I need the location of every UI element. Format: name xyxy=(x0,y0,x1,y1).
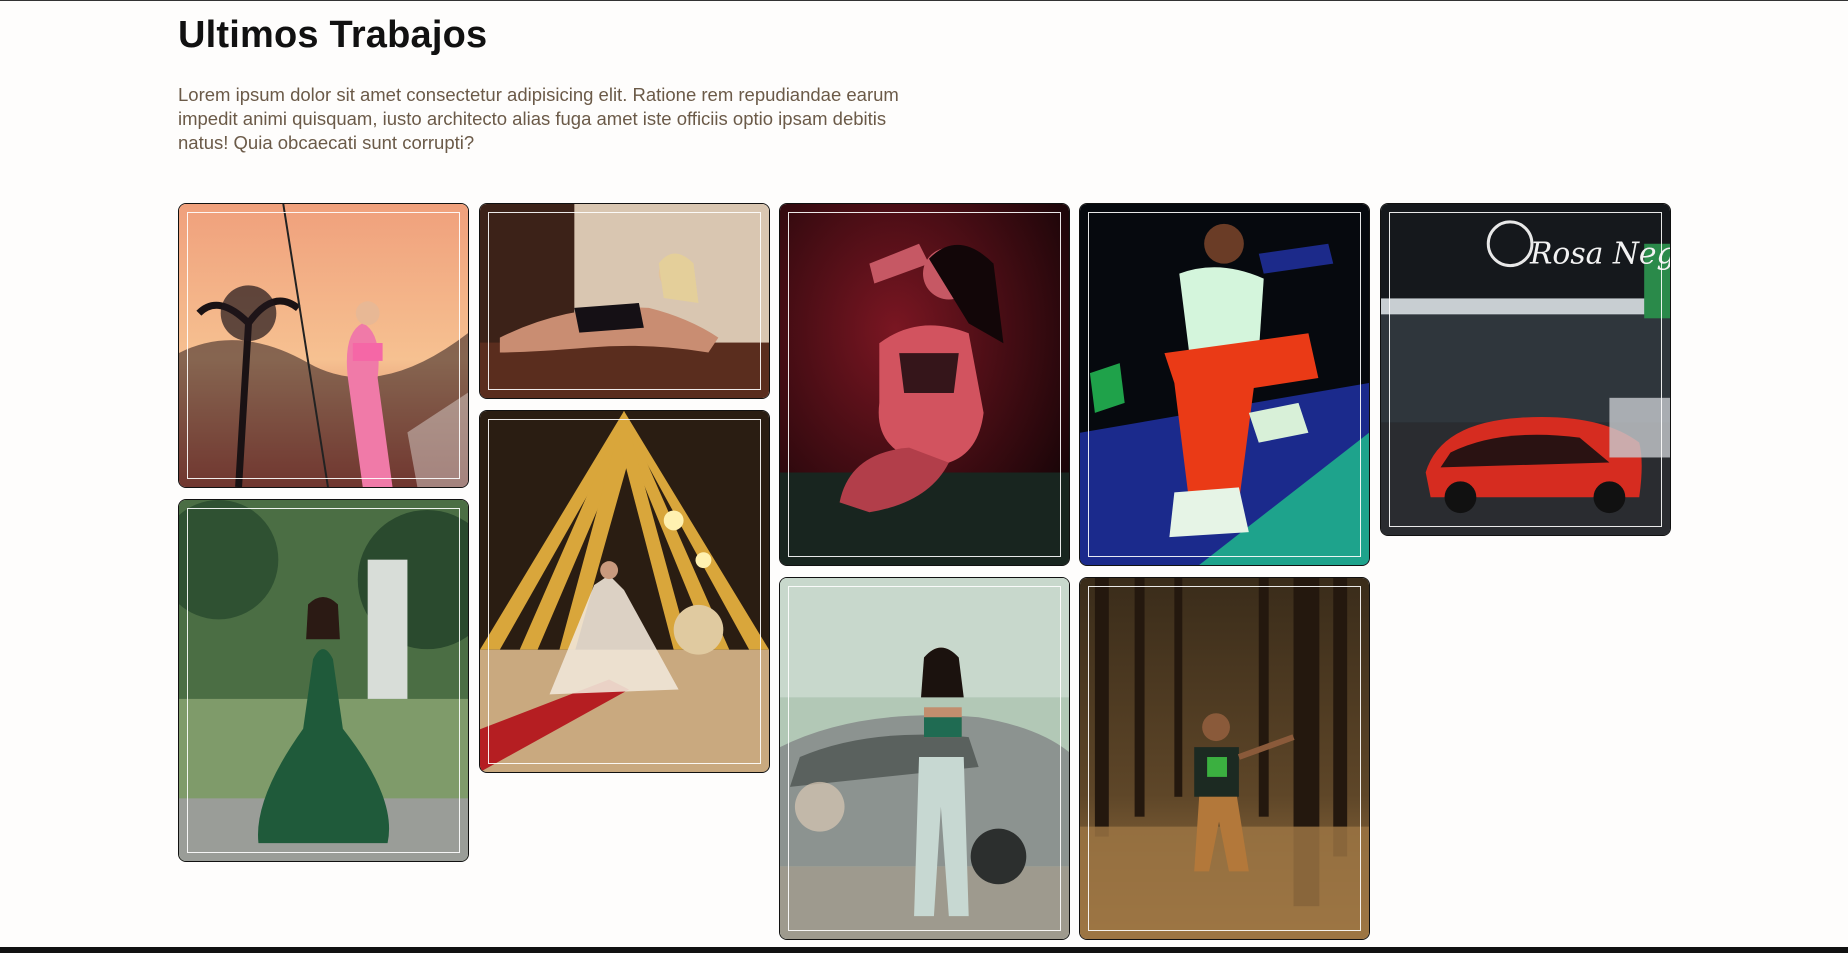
gallery-photo-car-pose[interactable] xyxy=(779,577,1070,940)
green-gown-image xyxy=(179,500,468,861)
gallery-photo-red-light[interactable] xyxy=(779,203,1070,566)
gallery-photo-sunset-portrait[interactable] xyxy=(178,203,469,488)
bottom-bar xyxy=(0,947,1848,953)
rosa-negra-car-image: Rosa Negra xyxy=(1381,204,1670,535)
forest-boy-image xyxy=(1080,578,1369,939)
rosa-negra-sign: Rosa Negra xyxy=(1529,237,1670,272)
car-pose-image xyxy=(780,578,1069,939)
gallery-photo-floor-pose[interactable] xyxy=(479,203,770,399)
bride-canopy-image xyxy=(480,411,769,772)
gallery-photo-bride-canopy[interactable] xyxy=(479,410,770,773)
gallery-photo-forest-boy[interactable] xyxy=(1079,577,1370,940)
floor-pose-image xyxy=(480,204,769,398)
red-light-image xyxy=(780,204,1069,565)
sunset-portrait-image xyxy=(179,204,468,487)
gallery-photo-rosa-negra-car[interactable]: Rosa Negra xyxy=(1380,203,1671,536)
gallery-photo-green-gown[interactable] xyxy=(178,499,469,862)
gallery-photo-poolside-man[interactable] xyxy=(1079,203,1370,566)
photo-gallery: Rosa Negra xyxy=(0,0,1848,953)
poolside-man-image xyxy=(1080,204,1369,565)
